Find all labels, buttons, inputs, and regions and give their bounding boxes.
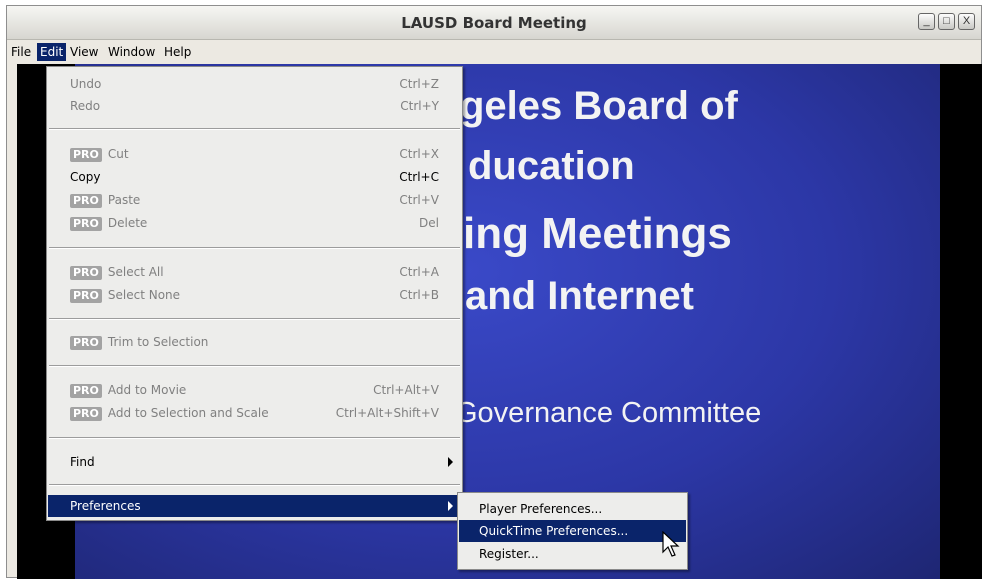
submenu-arrow-icon — [448, 457, 453, 467]
window-title: LAUSD Board Meeting — [401, 14, 587, 32]
submenu-item-quicktime-preferences[interactable]: QuickTime Preferences... — [459, 520, 686, 542]
menu-item-preferences[interactable]: Preferences — [48, 495, 461, 517]
slide-text-line-3: ing Meetings — [463, 209, 732, 258]
menu-bar: File Edit View Window Help — [7, 43, 981, 63]
pro-badge: PRO — [70, 336, 102, 350]
menu-item-undo[interactable]: Undo Ctrl+Z — [48, 73, 461, 95]
edit-menu: Undo Ctrl+Z Redo Ctrl+Y PRO Cut Ctrl+X Co… — [46, 66, 463, 521]
menu-item-paste[interactable]: PRO Paste Ctrl+V — [48, 189, 461, 211]
menu-item-add-to-movie[interactable]: PRO Add to Movie Ctrl+Alt+V — [48, 379, 461, 401]
menu-view[interactable]: View — [68, 45, 100, 59]
menu-window[interactable]: Window — [106, 45, 157, 59]
menu-item-cut[interactable]: PRO Cut Ctrl+X — [48, 143, 461, 165]
menu-separator — [49, 484, 460, 486]
menu-separator — [49, 318, 460, 320]
pro-badge: PRO — [70, 217, 102, 231]
maximize-button[interactable]: □ — [938, 13, 955, 30]
mouse-pointer-icon — [662, 530, 682, 564]
menu-item-copy[interactable]: Copy Ctrl+C — [48, 166, 461, 188]
pro-badge: PRO — [70, 148, 102, 162]
menu-item-add-to-selection-and-scale[interactable]: PRO Add to Selection and Scale Ctrl+Alt+S… — [48, 402, 461, 424]
slide-text-line-4: and Internet — [465, 274, 694, 318]
menu-separator — [49, 247, 460, 249]
title-bar[interactable]: LAUSD Board Meeting _ □ X — [7, 6, 981, 40]
close-button[interactable]: X — [958, 13, 975, 30]
menu-item-select-all[interactable]: PRO Select All Ctrl+A — [48, 261, 461, 283]
menu-separator — [49, 128, 460, 130]
menu-item-find[interactable]: Find — [48, 451, 461, 473]
pro-badge: PRO — [70, 289, 102, 303]
menu-item-trim-to-selection[interactable]: PRO Trim to Selection — [48, 331, 461, 353]
menu-item-select-none[interactable]: PRO Select None Ctrl+B — [48, 284, 461, 306]
menu-separator — [49, 365, 460, 367]
pro-badge: PRO — [70, 194, 102, 208]
preferences-submenu: Player Preferences... QuickTime Preferen… — [457, 492, 688, 570]
pro-badge: PRO — [70, 266, 102, 280]
pro-badge: PRO — [70, 407, 102, 421]
minimize-button[interactable]: _ — [918, 13, 935, 30]
slide-text-line-2: ducation — [468, 144, 635, 188]
menu-edit[interactable]: Edit — [37, 43, 67, 61]
submenu-item-player-preferences[interactable]: Player Preferences... — [459, 498, 686, 520]
menu-item-delete[interactable]: PRO Delete Del — [48, 212, 461, 234]
menu-help[interactable]: Help — [162, 45, 193, 59]
menu-file[interactable]: File — [9, 45, 33, 59]
submenu-item-register[interactable]: Register... — [459, 543, 686, 565]
menu-separator — [49, 437, 460, 439]
slide-text-line-1: geles Board of — [460, 84, 738, 128]
submenu-arrow-icon — [448, 501, 453, 511]
pro-badge: PRO — [70, 384, 102, 398]
menu-item-redo[interactable]: Redo Ctrl+Y — [48, 95, 461, 117]
slide-text-line-5: Governance Committee — [455, 397, 762, 429]
